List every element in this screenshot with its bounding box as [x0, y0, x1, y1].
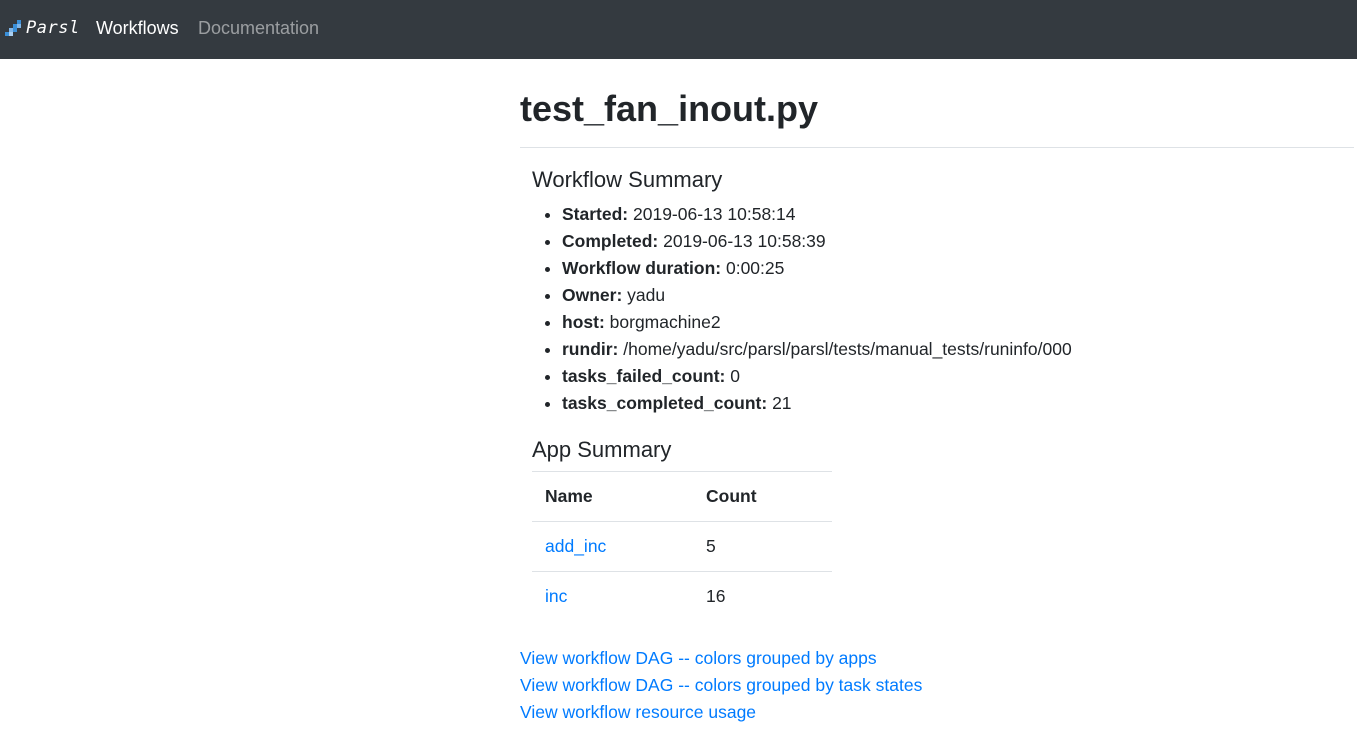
workflow-summary-title: Workflow Summary [532, 167, 723, 192]
dag-by-task-states-link[interactable]: View workflow DAG -- colors grouped by t… [520, 672, 922, 699]
column-header-name: Name [532, 471, 693, 522]
summary-value: 2019-06-13 10:58:14 [633, 204, 796, 224]
summary-value: yadu [627, 285, 666, 305]
summary-key: tasks_completed_count: [562, 393, 768, 413]
summary-item-host: host: borgmachine2 [562, 309, 1072, 336]
app-summary-table: Name Count add_inc 5 inc 16 [532, 471, 832, 622]
summary-item-tasks-failed: tasks_failed_count: 0 [562, 363, 1072, 390]
summary-key: Completed: [562, 231, 659, 251]
workflow-summary-section: Workflow Summary Started: 2019-06-13 10:… [532, 167, 1072, 417]
nav-link-workflows[interactable]: Workflows [96, 17, 179, 39]
brand-logo[interactable]: Parsl [3, 14, 80, 42]
summary-value: borgmachine2 [609, 312, 721, 332]
app-summary-title: App Summary [532, 437, 672, 462]
summary-key: Started: [562, 204, 629, 224]
parsl-logo-icon [5, 20, 21, 36]
summary-item-duration: Workflow duration: 0:00:25 [562, 255, 1072, 282]
dag-by-apps-link[interactable]: View workflow DAG -- colors grouped by a… [520, 645, 922, 672]
app-count-cell: 5 [693, 521, 832, 572]
column-header-count: Count [693, 471, 832, 522]
app-count-cell: 16 [693, 571, 832, 622]
workflow-summary-list: Started: 2019-06-13 10:58:14 Completed: … [532, 201, 1072, 417]
app-summary-section: App Summary Name Count add_inc 5 inc 16 [532, 437, 832, 622]
table-row: inc 16 [532, 571, 832, 622]
resource-usage-link[interactable]: View workflow resource usage [520, 699, 922, 726]
summary-value: 21 [772, 393, 792, 413]
app-name-cell: inc [532, 571, 693, 622]
summary-key: Owner: [562, 285, 623, 305]
summary-value: 0 [730, 366, 740, 386]
table-header-row: Name Count [532, 471, 832, 522]
summary-key: Workflow duration: [562, 258, 722, 278]
summary-value: 0:00:25 [725, 258, 785, 278]
page-title: test_fan_inout.py [520, 88, 819, 129]
summary-key: tasks_failed_count: [562, 366, 726, 386]
title-divider [520, 147, 1354, 148]
summary-value: 2019-06-13 10:58:39 [663, 231, 826, 251]
summary-item-rundir: rundir: /home/yadu/src/parsl/parsl/tests… [562, 336, 1072, 363]
summary-item-completed: Completed: 2019-06-13 10:58:39 [562, 228, 1072, 255]
app-name-cell: add_inc [532, 521, 693, 572]
app-link-inc[interactable]: inc [545, 586, 567, 606]
summary-key: host: [562, 312, 605, 332]
table-row: add_inc 5 [532, 521, 832, 572]
workflow-view-links: View workflow DAG -- colors grouped by a… [520, 645, 922, 726]
app-link-add-inc[interactable]: add_inc [545, 536, 606, 556]
summary-key: rundir: [562, 339, 619, 359]
summary-value: /home/yadu/src/parsl/parsl/tests/manual_… [623, 339, 1072, 359]
summary-item-tasks-completed: tasks_completed_count: 21 [562, 390, 1072, 417]
summary-item-started: Started: 2019-06-13 10:58:14 [562, 201, 1072, 228]
brand-text: Parsl [26, 18, 80, 38]
nav-link-documentation[interactable]: Documentation [198, 17, 319, 39]
top-navbar: Parsl Workflows Documentation [0, 0, 1357, 59]
summary-item-owner: Owner: yadu [562, 282, 1072, 309]
